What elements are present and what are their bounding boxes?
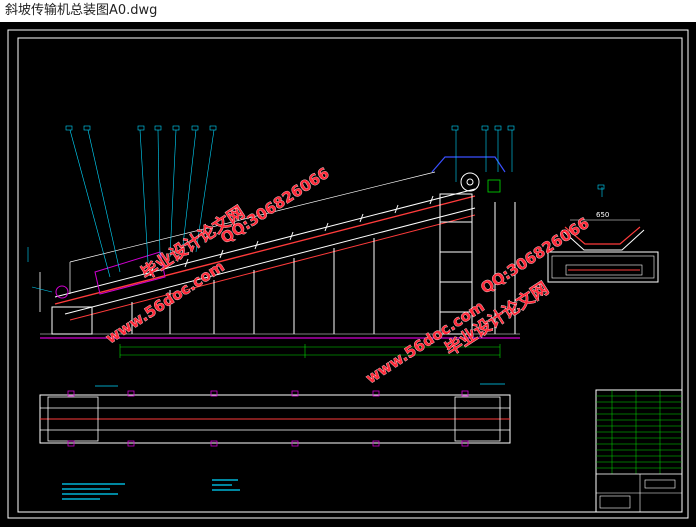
window-title: 斜坡传输机总装图A0.dwg: [5, 3, 158, 18]
dimension-label: 650: [596, 211, 609, 219]
cad-drawing: 650 毕业设计论文网 QQ:306826066 www.56doc.com w…: [7, 29, 689, 519]
drawing-canvas[interactable]: 650 毕业设计论文网 QQ:306826066 www.56doc.com w…: [0, 22, 696, 527]
watermarks: 毕业设计论文网 QQ:306826066 www.56doc.com www.5…: [102, 164, 593, 388]
technical-notes: [62, 479, 240, 500]
plan-view: [39, 383, 511, 447]
cad-viewer-window: 斜坡传输机总装图A0.dwg 650 毕业设计论文网 QQ:306826066 …: [0, 0, 696, 527]
title-bar: 斜坡传输机总装图A0.dwg: [0, 0, 696, 22]
title-block: [595, 389, 683, 513]
outer-frame: [7, 29, 689, 519]
